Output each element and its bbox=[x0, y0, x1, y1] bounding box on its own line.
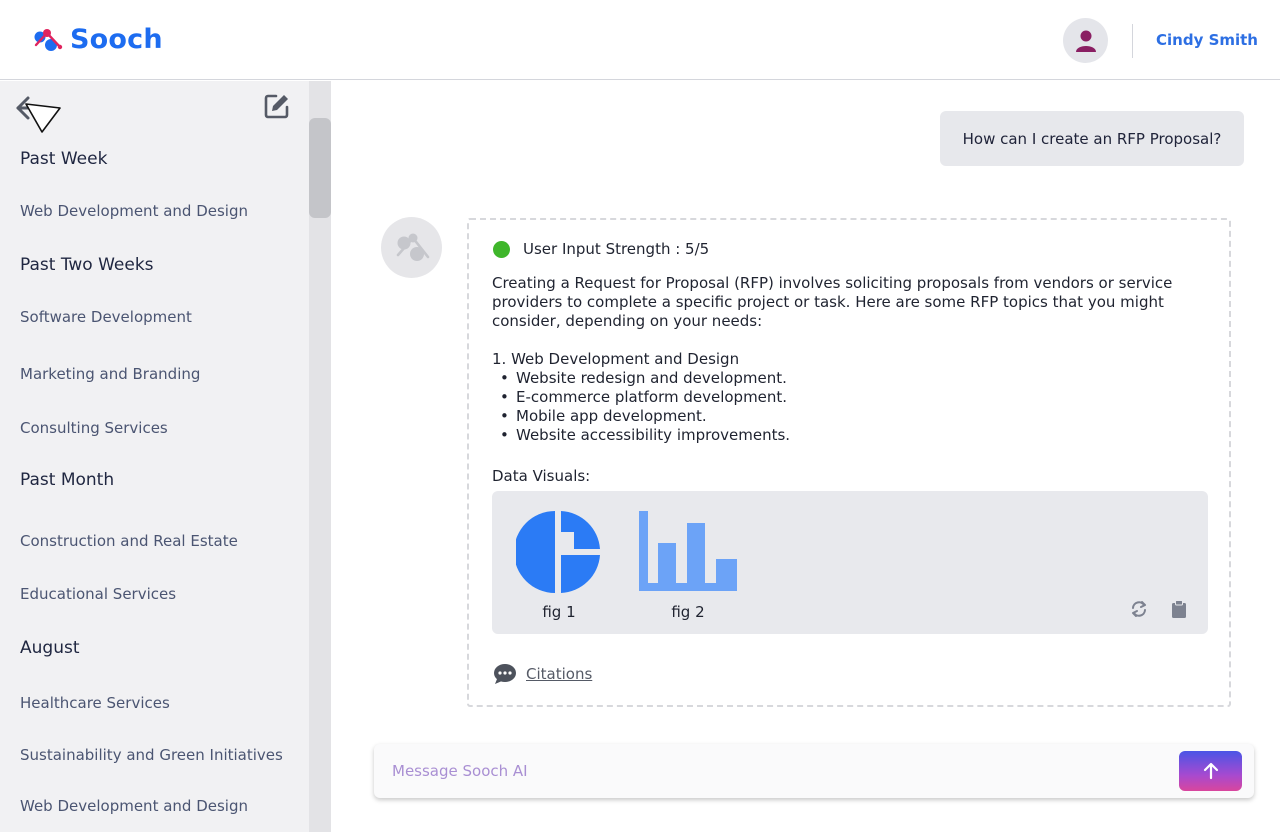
bar-chart-icon bbox=[639, 511, 737, 591]
sidebar-item-healthcare-services[interactable]: Healthcare Services bbox=[20, 694, 170, 712]
sidebar-heading-august: August bbox=[20, 638, 80, 658]
assistant-avatar bbox=[381, 217, 442, 278]
sidebar-item-marketing-branding[interactable]: Marketing and Branding bbox=[20, 365, 200, 383]
data-visuals-label: Data Visuals: bbox=[492, 467, 591, 485]
user-avatar[interactable] bbox=[1063, 18, 1108, 63]
send-button[interactable] bbox=[1179, 751, 1242, 791]
new-chat-button[interactable] bbox=[263, 92, 291, 124]
data-visuals-panel: fig 1 fig 2 bbox=[492, 491, 1208, 634]
strength-status-dot bbox=[493, 240, 510, 258]
sidebar-item-educational-services[interactable]: Educational Services bbox=[20, 585, 176, 603]
collapse-sidebar-button[interactable] bbox=[14, 92, 62, 138]
figure-2-label: fig 2 bbox=[671, 603, 705, 621]
sooch-logo-icon bbox=[34, 28, 63, 51]
sidebar-item-web-development-august[interactable]: Web Development and Design bbox=[20, 797, 248, 815]
sidebar-item-sustainability[interactable]: Sustainability and Green Initiatives bbox=[20, 746, 283, 764]
pie-chart-icon bbox=[516, 511, 600, 593]
list-item: Website accessibility improvements. bbox=[500, 426, 790, 445]
sidebar-heading-past-week: Past Week bbox=[20, 149, 108, 169]
list-item: E-commerce platform development. bbox=[500, 388, 790, 407]
sidebar-item-software-development[interactable]: Software Development bbox=[20, 308, 192, 326]
history-sidebar bbox=[0, 81, 309, 832]
list-item: Website redesign and development. bbox=[500, 369, 790, 388]
arrow-left-icon bbox=[16, 96, 61, 133]
chat-bubbles-icon bbox=[494, 664, 516, 684]
user-message-bubble: How can I create an RFP Proposal? bbox=[940, 111, 1244, 166]
figure-1[interactable]: fig 1 bbox=[516, 509, 602, 621]
regenerate-button[interactable] bbox=[1130, 600, 1148, 622]
edit-icon bbox=[264, 94, 289, 119]
user-icon bbox=[1075, 30, 1096, 52]
copy-button[interactable] bbox=[1171, 600, 1187, 622]
answer-list-title: 1. Web Development and Design bbox=[492, 350, 740, 368]
header-divider bbox=[1132, 24, 1133, 58]
list-item: Mobile app development. bbox=[500, 407, 790, 426]
answer-bullet-list: Website redesign and development. E-comm… bbox=[500, 369, 790, 445]
top-header: Sooch Cindy Smith bbox=[0, 0, 1280, 80]
sidebar-item-construction-real-estate[interactable]: Construction and Real Estate bbox=[20, 532, 238, 550]
refresh-icon bbox=[1132, 601, 1146, 617]
message-composer bbox=[374, 744, 1254, 798]
citations-link[interactable]: Citations bbox=[526, 665, 592, 683]
figure-2[interactable]: fig 2 bbox=[637, 509, 739, 621]
sooch-assistant-icon bbox=[396, 233, 429, 261]
arrow-up-icon bbox=[1203, 762, 1218, 780]
figure-1-label: fig 1 bbox=[542, 603, 576, 621]
sidebar-heading-past-month: Past Month bbox=[20, 470, 115, 490]
sidebar-scrollbar-thumb[interactable] bbox=[309, 118, 331, 218]
brand-name: Sooch bbox=[70, 24, 163, 55]
input-strength: User Input Strength : 5/5 bbox=[493, 240, 709, 258]
message-input[interactable] bbox=[392, 758, 1152, 784]
sidebar-item-web-development[interactable]: Web Development and Design bbox=[20, 202, 248, 220]
sooch-logo[interactable]: Sooch bbox=[32, 24, 163, 55]
citations-section: Citations bbox=[493, 663, 592, 685]
input-strength-text: User Input Strength : 5/5 bbox=[523, 240, 710, 258]
answer-intro-text: Creating a Request for Proposal (RFP) in… bbox=[492, 274, 1173, 330]
sidebar-item-consulting-services[interactable]: Consulting Services bbox=[20, 419, 168, 437]
sidebar-heading-past-two-weeks: Past Two Weeks bbox=[20, 255, 154, 275]
user-name[interactable]: Cindy Smith bbox=[1156, 31, 1258, 49]
assistant-answer-card: User Input Strength : 5/5 Creating a Req… bbox=[467, 218, 1231, 707]
clipboard-icon bbox=[1172, 600, 1186, 618]
